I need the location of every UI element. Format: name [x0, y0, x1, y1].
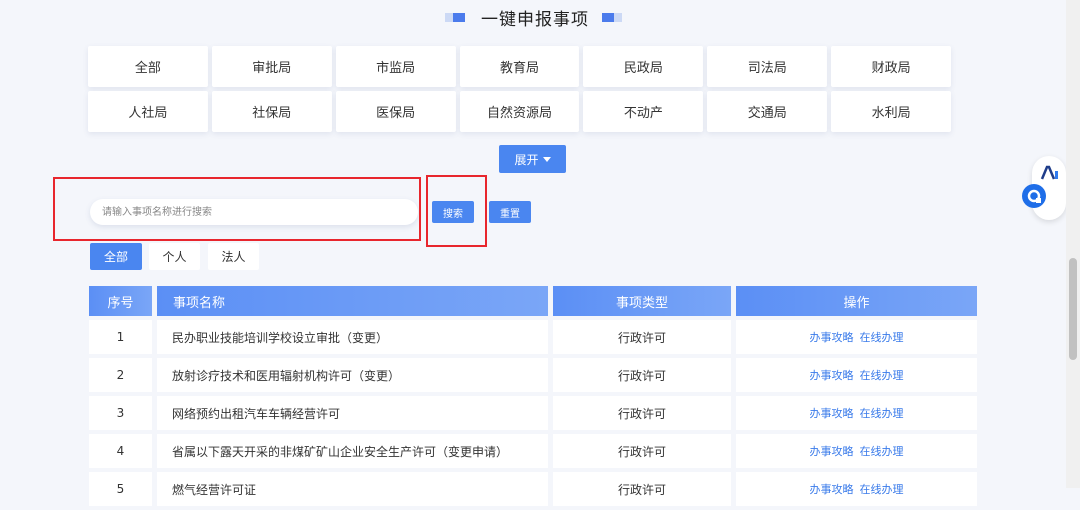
header-type: 事项类型: [553, 286, 731, 316]
guide-link[interactable]: 办事攻略: [810, 367, 854, 383]
department-hr[interactable]: 人社局: [88, 91, 208, 132]
online-link[interactable]: 在线办理: [860, 329, 904, 345]
guide-link[interactable]: 办事攻略: [810, 329, 854, 345]
department-row: 人社局 社保局 医保局 自然资源局 不动产 交通局 水利局: [88, 91, 952, 132]
tab-personal[interactable]: 个人: [149, 243, 200, 270]
department-approval[interactable]: 审批局: [211, 46, 332, 87]
department-all[interactable]: 全部: [88, 46, 208, 87]
search-button[interactable]: 搜索: [432, 201, 474, 223]
department-civil-affairs[interactable]: 民政局: [583, 46, 704, 87]
department-row: 全部 审批局 市监局 教育局 民政局 司法局 财政局: [88, 46, 952, 87]
online-link[interactable]: 在线办理: [860, 405, 904, 421]
row-name: 民办职业技能培训学校设立审批（变更）: [157, 320, 548, 354]
department-natural-resources[interactable]: 自然资源局: [459, 91, 580, 132]
table-row: 4 省属以下露天开采的非煤矿矿山企业安全生产许可（变更申请） 行政许可 办事攻略…: [89, 434, 977, 468]
row-actions: 办事攻略 在线办理: [736, 396, 977, 430]
chat-bubble-icon[interactable]: [1021, 183, 1047, 209]
table-row: 3 网络预约出租汽车车辆经营许可 行政许可 办事攻略 在线办理: [89, 396, 977, 430]
search-input[interactable]: [90, 199, 418, 225]
table-row: 5 燃气经营许可证 行政许可 办事攻略 在线办理: [89, 472, 977, 506]
header-name: 事项名称: [157, 286, 548, 316]
section-header: 一键申报事项: [0, 4, 1080, 30]
title-decoration-right: [602, 13, 622, 22]
row-no: 3: [89, 396, 152, 430]
expand-label: 展开: [514, 152, 539, 167]
row-actions: 办事攻略 在线办理: [736, 320, 977, 354]
reset-button[interactable]: 重置: [489, 201, 531, 223]
row-no: 4: [89, 434, 152, 468]
table-header: 序号 事项名称 事项类型 操作: [89, 286, 977, 316]
online-link[interactable]: 在线办理: [860, 367, 904, 383]
row-type: 行政许可: [553, 320, 731, 354]
department-education[interactable]: 教育局: [459, 46, 580, 87]
table-row: 2 放射诊疗技术和医用辐射机构许可（变更） 行政许可 办事攻略 在线办理: [89, 358, 977, 392]
row-no: 5: [89, 472, 152, 506]
tab-all[interactable]: 全部: [90, 243, 142, 270]
caret-down-icon: [542, 156, 551, 162]
title-decoration-left: [445, 13, 465, 22]
row-actions: 办事攻略 在线办理: [736, 434, 977, 468]
row-no: 1: [89, 320, 152, 354]
header-no: 序号: [89, 286, 152, 316]
department-social-security[interactable]: 社保局: [211, 91, 332, 132]
row-name: 网络预约出租汽车车辆经营许可: [157, 396, 548, 430]
row-name: 放射诊疗技术和医用辐射机构许可（变更）: [157, 358, 548, 392]
expand-button[interactable]: 展开: [499, 145, 566, 173]
tab-legal-entity[interactable]: 法人: [208, 243, 259, 270]
department-finance[interactable]: 财政局: [831, 46, 952, 87]
department-market[interactable]: 市监局: [335, 46, 456, 87]
row-actions: 办事攻略 在线办理: [736, 358, 977, 392]
department-justice[interactable]: 司法局: [707, 46, 828, 87]
row-type: 行政许可: [553, 434, 731, 468]
online-link[interactable]: 在线办理: [860, 443, 904, 459]
guide-link[interactable]: 办事攻略: [810, 481, 854, 497]
page-title: 一键申报事项: [481, 10, 589, 30]
items-table: 序号 事项名称 事项类型 操作 1 民办职业技能培训学校设立审批（变更） 行政许…: [89, 286, 977, 510]
row-type: 行政许可: [553, 396, 731, 430]
assistant-ai-icon[interactable]: [1040, 165, 1060, 181]
row-no: 2: [89, 358, 152, 392]
department-medical-insurance[interactable]: 医保局: [335, 91, 456, 132]
department-real-estate[interactable]: 不动产: [583, 91, 704, 132]
row-type: 行政许可: [553, 472, 731, 506]
department-water[interactable]: 水利局: [831, 91, 952, 132]
department-grid: 全部 审批局 市监局 教育局 民政局 司法局 财政局 人社局 社保局 医保局 自…: [88, 46, 952, 136]
online-link[interactable]: 在线办理: [860, 481, 904, 497]
department-transport[interactable]: 交通局: [707, 91, 828, 132]
table-row: 1 民办职业技能培训学校设立审批（变更） 行政许可 办事攻略 在线办理: [89, 320, 977, 354]
row-type: 行政许可: [553, 358, 731, 392]
scrollbar-thumb[interactable]: [1069, 258, 1077, 360]
row-name: 燃气经营许可证: [157, 472, 548, 506]
row-name: 省属以下露天开采的非煤矿矿山企业安全生产许可（变更申请）: [157, 434, 548, 468]
page-scrollbar[interactable]: [1066, 0, 1080, 488]
header-action: 操作: [736, 286, 977, 316]
row-actions: 办事攻略 在线办理: [736, 472, 977, 506]
guide-link[interactable]: 办事攻略: [810, 443, 854, 459]
guide-link[interactable]: 办事攻略: [810, 405, 854, 421]
